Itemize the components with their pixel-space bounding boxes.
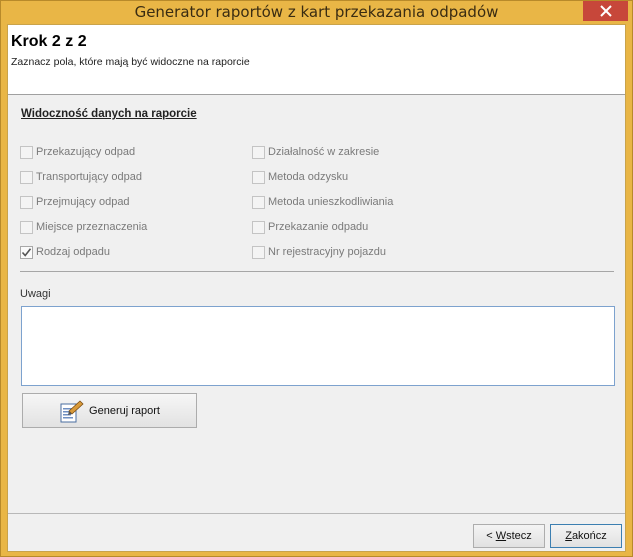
back-button[interactable]: < Wstecz <box>473 524 545 548</box>
checkbox-label: Metoda odzysku <box>268 171 349 183</box>
checkbox-label: Przekazanie odpadu <box>268 221 369 233</box>
checkbox-box[interactable] <box>252 245 265 259</box>
checkbox-label: Transportujący odpad <box>36 171 142 183</box>
checkbox-miejsce-przeznaczenia[interactable]: Miejsce przeznaczenia <box>20 219 147 235</box>
close-icon <box>599 5 612 17</box>
checkbox-metoda-unieszkodliwiania[interactable]: Metoda unieszkodliwiania <box>252 194 393 210</box>
checkbox-box[interactable] <box>252 220 265 234</box>
wizard-footer: < Wstecz Zakończ <box>8 513 625 551</box>
back-prefix: < <box>486 530 496 542</box>
checkbox-label: Przejmujący odpad <box>36 196 130 208</box>
back-label-rest: stecz <box>506 530 532 542</box>
step-title: Krok 2 z 2 <box>11 33 87 50</box>
notes-label: Uwagi <box>20 288 51 300</box>
checkbox-box[interactable] <box>252 145 265 159</box>
checkbox-przekazujacy-odpad[interactable]: Przekazujący odpad <box>20 144 135 160</box>
checkbox-box[interactable] <box>252 170 265 184</box>
checkbox-label: Nr rejestracyjny pojazdu <box>268 246 386 258</box>
checkbox-box[interactable] <box>20 170 33 184</box>
finish-accelerator: Z <box>565 530 572 542</box>
checkbox-przekazanie-odpadu[interactable]: Przekazanie odpadu <box>252 219 368 235</box>
checkmark-icon <box>21 247 32 257</box>
finish-label-rest: akończ <box>571 530 607 542</box>
checkbox-label: Działalność w zakresie <box>268 146 380 158</box>
checkbox-przejmujacy-odpad[interactable]: Przejmujący odpad <box>20 194 130 210</box>
window-title: Generator raportów z kart przekazania od… <box>134 3 499 21</box>
checkbox-label: Miejsce przeznaczenia <box>36 221 148 233</box>
generate-report-label: Generuj raport <box>89 404 160 417</box>
checkbox-dzialalnosc-w-zakresie[interactable]: Działalność w zakresie <box>252 144 379 160</box>
back-accelerator: W <box>495 530 507 542</box>
wizard-header: Krok 2 z 2 Zaznacz pola, które mają być … <box>8 25 625 95</box>
checkbox-label: Metoda unieszkodliwiania <box>268 196 394 208</box>
app-window: Generator raportów z kart przekazania od… <box>0 0 633 557</box>
finish-button[interactable]: Zakończ <box>550 524 622 548</box>
checkbox-transportujacy-odpad[interactable]: Transportujący odpad <box>20 169 142 185</box>
checkbox-nr-rejestracyjny-pojazdu[interactable]: Nr rejestracyjny pojazdu <box>252 244 386 260</box>
generate-report-button[interactable]: Generuj raport <box>22 393 197 428</box>
checkbox-box[interactable] <box>20 195 33 209</box>
report-edit-icon <box>60 399 84 422</box>
wizard-client-area: Krok 2 z 2 Zaznacz pola, które mają być … <box>7 24 626 552</box>
checkbox-box[interactable] <box>252 195 265 209</box>
checkbox-metoda-odzysku[interactable]: Metoda odzysku <box>252 169 348 185</box>
checkbox-box[interactable] <box>20 145 33 159</box>
checkbox-box[interactable] <box>20 245 33 259</box>
checkbox-box[interactable] <box>20 220 33 234</box>
notes-textarea[interactable] <box>21 306 615 386</box>
checkbox-rodzaj-odpadu[interactable]: Rodzaj odpadu <box>20 244 110 260</box>
close-button[interactable] <box>583 1 628 21</box>
title-bar[interactable]: Generator raportów z kart przekazania od… <box>1 1 632 24</box>
step-subtitle: Zaznacz pola, które mają być widoczne na… <box>11 56 250 68</box>
checkbox-label: Rodzaj odpadu <box>36 246 111 258</box>
visibility-section-title: Widoczność danych na raporcie <box>21 108 197 120</box>
checkbox-label: Przekazujący odpad <box>36 146 136 158</box>
section-divider <box>20 271 614 272</box>
